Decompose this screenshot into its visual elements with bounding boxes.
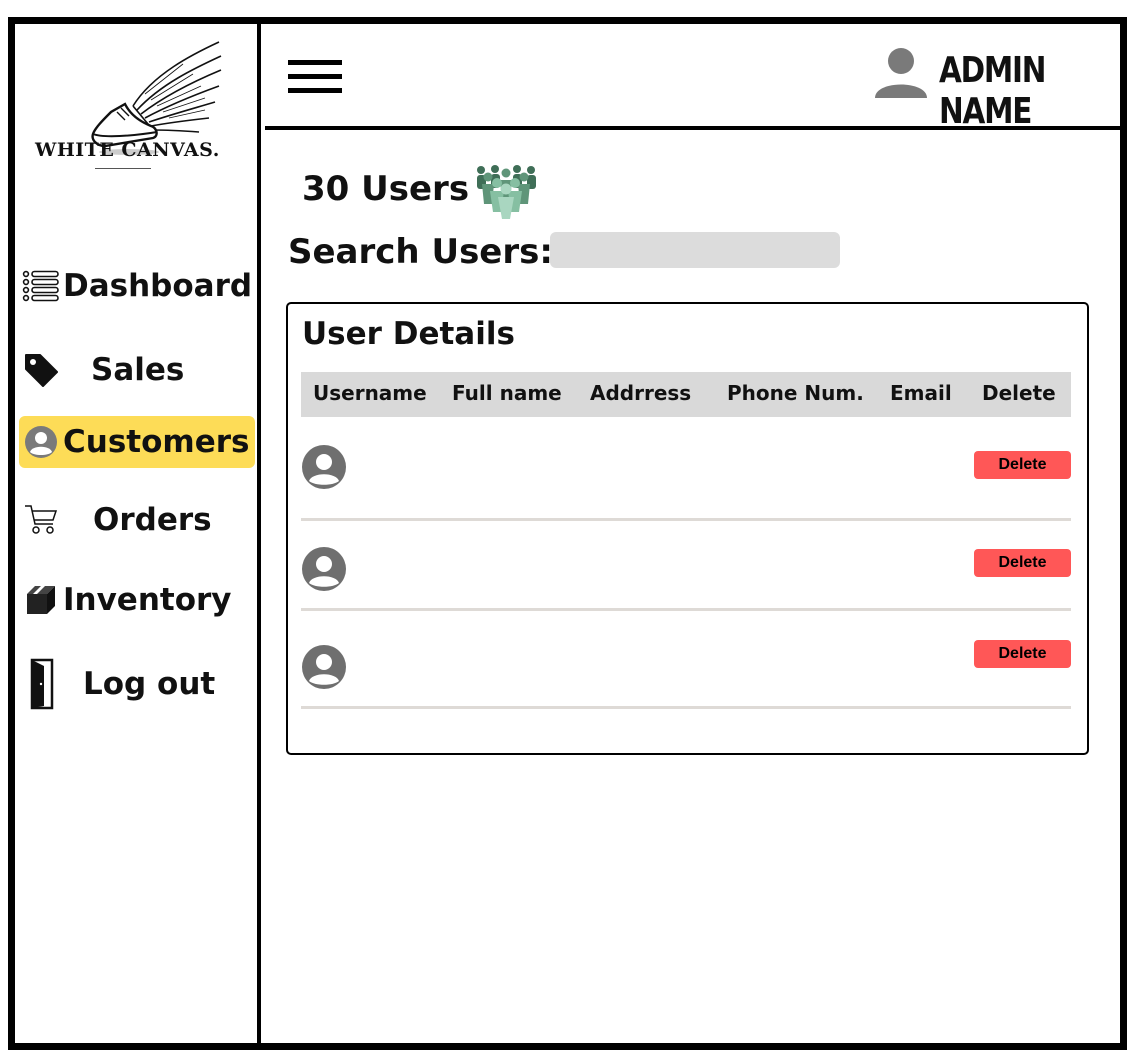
nav-label-sales: Sales [91, 352, 185, 388]
users-count: 30 Users [302, 169, 470, 209]
door-icon [19, 658, 63, 710]
table-row: Delete [301, 524, 1071, 614]
app-frame: WHITE CANVAS. Dashboard Sales Customers … [8, 17, 1127, 1050]
nav-item-dashboard[interactable]: Dashboard [19, 260, 255, 312]
user-avatar-icon [302, 547, 346, 591]
list-icon [19, 266, 63, 306]
nav-item-sales[interactable]: Sales [19, 344, 255, 396]
nav-label-customers: Customers [63, 424, 250, 460]
nav-item-orders[interactable]: Orders [19, 494, 255, 546]
users-group-icon [477, 165, 536, 219]
hamburger-menu-icon[interactable] [288, 60, 342, 100]
admin-avatar-icon [875, 48, 927, 98]
search-users-input[interactable] [550, 232, 840, 268]
delete-button[interactable]: Delete [974, 549, 1071, 577]
top-header: ADMIN NAME [265, 24, 1120, 132]
nav-label-orders: Orders [93, 502, 212, 538]
nav-label-logout: Log out [83, 666, 216, 702]
column-header-email: Email [890, 381, 952, 405]
column-header-delete: Delete [982, 381, 1056, 405]
row-divider [301, 608, 1071, 611]
cart-icon [19, 500, 63, 540]
column-header-username: Username [313, 381, 427, 405]
admin-name: ADMIN NAME [939, 50, 1046, 132]
row-divider [301, 518, 1071, 521]
column-header-phone: Phone Num. [727, 381, 864, 405]
nav-item-inventory[interactable]: Inventory [19, 574, 255, 626]
nav-label-dashboard: Dashboard [63, 268, 253, 304]
user-details-panel: User Details Username Full name Addrress… [286, 302, 1089, 755]
delete-button[interactable]: Delete [974, 640, 1071, 668]
user-circle-icon [19, 422, 63, 462]
tag-icon [19, 350, 63, 390]
sidebar: WHITE CANVAS. Dashboard Sales Customers … [15, 24, 261, 1043]
row-divider [301, 706, 1071, 709]
table-row: Delete [301, 434, 1071, 524]
box-icon [19, 580, 63, 620]
nav-item-customers[interactable]: Customers [19, 416, 255, 468]
brand-name: WHITE CANVAS. [35, 139, 220, 161]
user-avatar-icon [302, 645, 346, 689]
delete-button[interactable]: Delete [974, 451, 1071, 479]
search-label: Search Users: [288, 232, 553, 272]
nav-item-logout[interactable]: Log out [19, 658, 255, 710]
column-header-address: Addrress [590, 381, 692, 405]
user-avatar-icon [302, 445, 346, 489]
brand-underline [95, 168, 151, 169]
column-header-full-name: Full name [452, 381, 562, 405]
nav-label-inventory: Inventory [63, 582, 232, 618]
panel-title: User Details [302, 316, 515, 352]
table-header: Username Full name Addrress Phone Num. E… [301, 372, 1071, 417]
table-row: Delete [301, 614, 1071, 709]
